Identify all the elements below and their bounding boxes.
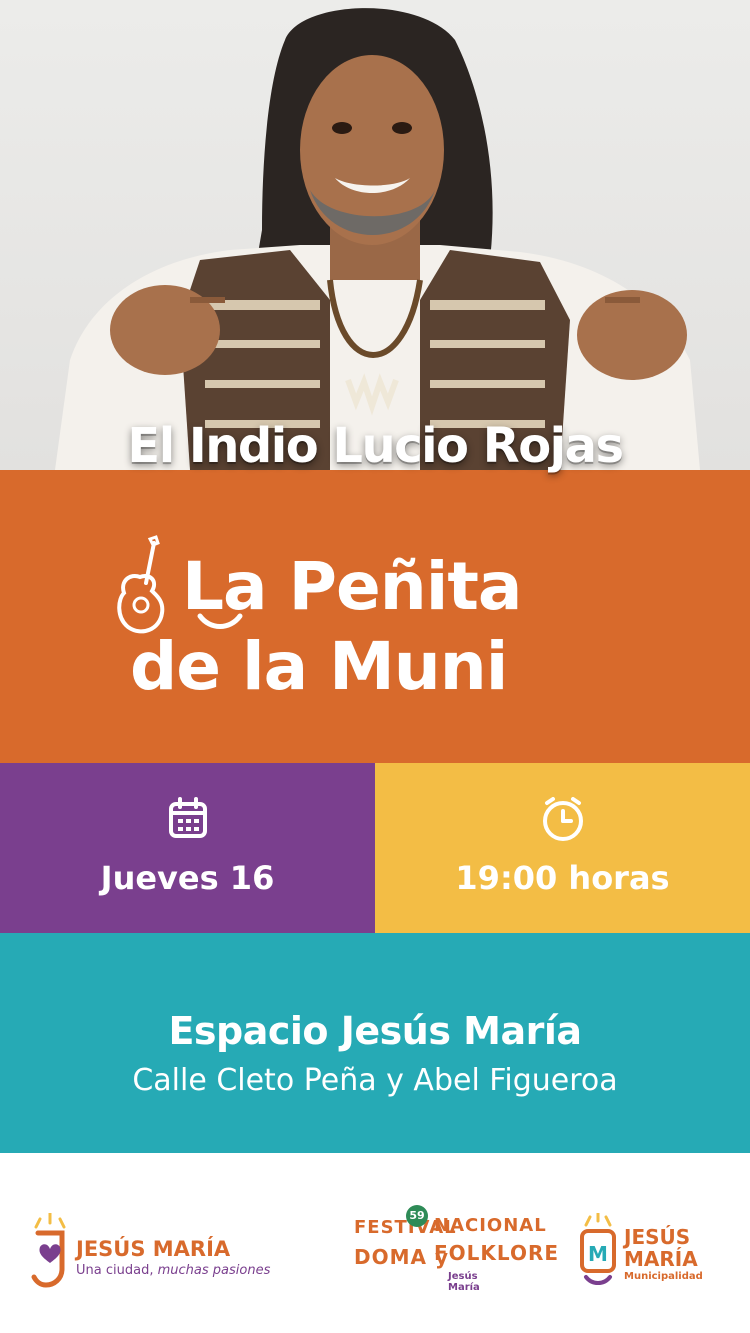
clock-icon bbox=[542, 797, 583, 841]
festival-edition-badge: 59 bbox=[406, 1205, 428, 1227]
municipal-sun-icon: M bbox=[580, 1213, 616, 1285]
time-label: 19:00 horas bbox=[455, 859, 670, 897]
venue-address: Calle Cleto Peña y Abel Figueroa bbox=[132, 1063, 618, 1098]
venue-block: Espacio Jesús María Calle Cleto Peña y A… bbox=[0, 933, 750, 1153]
guitar-icon bbox=[117, 535, 165, 634]
logo-left-name: JESÚS MARÍA bbox=[76, 1237, 231, 1261]
nacional-word: NACIONAL bbox=[434, 1215, 547, 1236]
folklore-word: FOLKLORE bbox=[434, 1241, 560, 1265]
festival-logo: FESTIVAL 59 NACIONAL DOMA y FOLKLORE Jes… bbox=[350, 1205, 558, 1295]
logo-right-line2: MARÍA bbox=[624, 1247, 698, 1271]
calendar-icon bbox=[168, 797, 207, 838]
event-title-line2: de la Muni bbox=[130, 628, 508, 705]
festival-city: Jesús María bbox=[448, 1271, 480, 1293]
artist-photo bbox=[0, 0, 750, 470]
time-block: 19:00 horas bbox=[375, 763, 750, 933]
logo-left-tagline-italic: muchas pasiones bbox=[157, 1263, 271, 1278]
heart-sun-icon bbox=[31, 1213, 66, 1288]
municipalidad-logo: M JESÚS MARÍA Municipalidad bbox=[578, 1213, 728, 1293]
event-flyer: El Indio Lucio Rojas La Peñita de la Mun… bbox=[0, 0, 750, 1333]
jesus-maria-city-logo: JESÚS MARÍA Una ciudad, muchas pasiones bbox=[30, 1213, 310, 1293]
date-label: Jueves 16 bbox=[100, 859, 275, 897]
logo-left-tagline-plain: Una ciudad, bbox=[76, 1263, 154, 1278]
logo-right-subtitle: Municipalidad bbox=[624, 1271, 703, 1282]
artist-name: El Indio Lucio Rojas bbox=[127, 418, 624, 474]
svg-text:M: M bbox=[588, 1242, 608, 1266]
logo-left-tagline: Una ciudad, muchas pasiones bbox=[76, 1263, 270, 1278]
date-block: Jueves 16 bbox=[0, 763, 375, 933]
logo-right-line1: JESÚS bbox=[624, 1225, 691, 1249]
footer-logos: JESÚS MARÍA Una ciudad, muchas pasiones … bbox=[0, 1153, 750, 1333]
venue-name: Espacio Jesús María bbox=[168, 1009, 582, 1053]
